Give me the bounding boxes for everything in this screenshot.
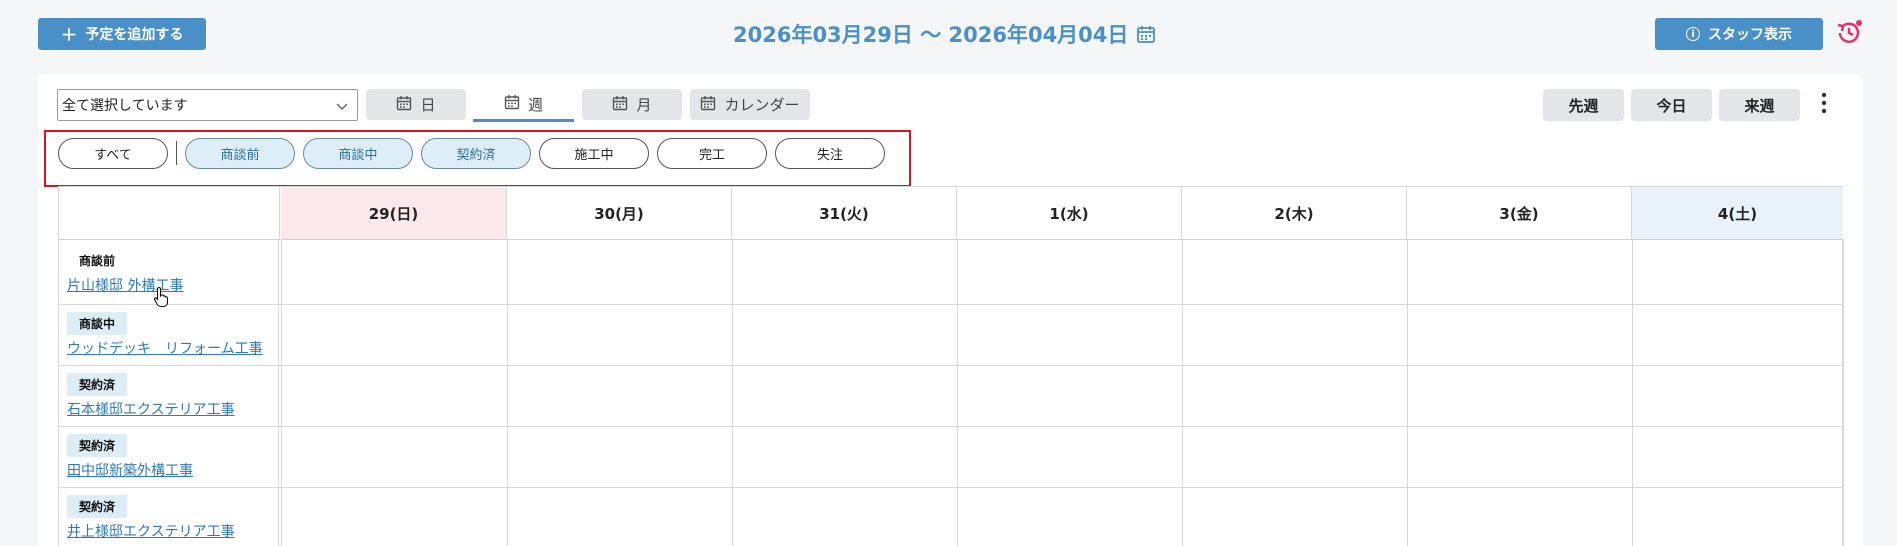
history-icon[interactable]: [1834, 18, 1864, 48]
tab-calendar-label: カレンダー: [724, 96, 800, 114]
tab-week-label: 週: [527, 95, 543, 114]
project-row: 商談中 ウッドデッキ リフォーム工事: [67, 312, 263, 358]
tab-calendar[interactable]: カレンダー: [690, 89, 810, 120]
add-schedule-label: 予定を追加する: [85, 27, 184, 43]
day-header-thu: 2(木): [1182, 187, 1407, 240]
filter-chip-in-progress[interactable]: 施工中: [539, 138, 649, 169]
column-divider: [278, 240, 279, 546]
tab-day[interactable]: 日: [366, 89, 466, 120]
prev-week-button[interactable]: 先週: [1543, 89, 1624, 121]
tab-month[interactable]: 月: [582, 89, 682, 120]
column-divider: [281, 240, 282, 546]
status-badge: 契約済: [67, 495, 128, 518]
filter-chip-contracted[interactable]: 契約済: [421, 138, 531, 169]
tab-day-label: 日: [420, 96, 436, 114]
row-divider: [59, 426, 1844, 427]
status-badge: 商談中: [67, 312, 128, 335]
day-header-tue: 31(火): [732, 187, 957, 240]
chevron-down-icon: [336, 100, 348, 116]
project-row: 契約済 石本様邸エクステリア工事: [67, 373, 235, 419]
project-link[interactable]: 田中邸新築外構工事: [67, 460, 193, 480]
day-header-mon: 30(月): [507, 187, 732, 240]
plus-icon: +: [60, 22, 78, 46]
filter-chip-all[interactable]: すべて: [58, 138, 168, 169]
date-range-title: 2026年03月29日 ～ 2026年04月04日: [733, 18, 1156, 50]
column-divider: [957, 240, 958, 546]
calendar-icon: [504, 94, 520, 114]
calendar-icon: [396, 95, 412, 115]
day-header-fri: 3(金): [1407, 187, 1632, 240]
column-divider: [1407, 240, 1408, 546]
staff-view-label: スタッフ表示: [1708, 27, 1792, 43]
status-badge: 契約済: [67, 434, 128, 457]
calendar-icon[interactable]: [1136, 24, 1156, 44]
add-schedule-button[interactable]: + 予定を追加する: [38, 18, 206, 50]
day-header-sun: 29(日): [281, 187, 507, 240]
column-divider: [1843, 240, 1844, 546]
hand-cursor-icon: [153, 286, 171, 312]
next-week-button[interactable]: 来週: [1719, 89, 1800, 121]
status-badge: 契約済: [67, 373, 128, 396]
column-divider: [1632, 240, 1633, 546]
chip-divider: [176, 141, 177, 165]
project-row: 契約済 田中邸新築外構工事: [67, 434, 193, 480]
project-column-header: [59, 187, 280, 240]
column-divider: [732, 240, 733, 546]
more-options-icon[interactable]: [1819, 92, 1829, 114]
date-range-text: 2026年03月29日 ～ 2026年04月04日: [733, 23, 1129, 47]
week-schedule-grid: 29(日) 30(月) 31(火) 1(水) 2(木) 3(金) 4(土) 商談…: [58, 186, 1844, 546]
row-divider: [59, 365, 1844, 366]
column-divider: [1182, 240, 1183, 546]
calendar-icon: [700, 95, 716, 115]
info-icon: i: [1686, 27, 1700, 41]
calendar-icon: [612, 95, 628, 115]
status-badge: 商談前: [79, 254, 116, 268]
day-header-sat: 4(土): [1632, 187, 1843, 240]
staff-view-button[interactable]: i スタッフ表示: [1655, 18, 1823, 50]
project-row: 契約済 井上様邸エクステリア工事: [67, 495, 235, 541]
filter-chip-negotiating[interactable]: 商談中: [303, 138, 413, 169]
row-divider: [59, 304, 1844, 305]
column-divider: [507, 240, 508, 546]
row-divider: [59, 487, 1844, 488]
project-link[interactable]: ウッドデッキ リフォーム工事: [67, 338, 263, 358]
filter-chip-prenegotiation[interactable]: 商談前: [185, 138, 295, 169]
day-header-wed: 1(水): [957, 187, 1182, 240]
project-link[interactable]: 井上様邸エクステリア工事: [67, 521, 235, 541]
staff-select[interactable]: 全て選択しています: [57, 89, 358, 121]
tab-month-label: 月: [636, 96, 652, 114]
today-button[interactable]: 今日: [1631, 89, 1712, 121]
tab-week[interactable]: 週: [473, 89, 574, 122]
filter-chip-completed[interactable]: 完工: [657, 138, 767, 169]
project-link[interactable]: 石本様邸エクステリア工事: [67, 399, 235, 419]
staff-select-value: 全て選択しています: [62, 98, 188, 114]
filter-chip-lost[interactable]: 失注: [775, 138, 885, 169]
